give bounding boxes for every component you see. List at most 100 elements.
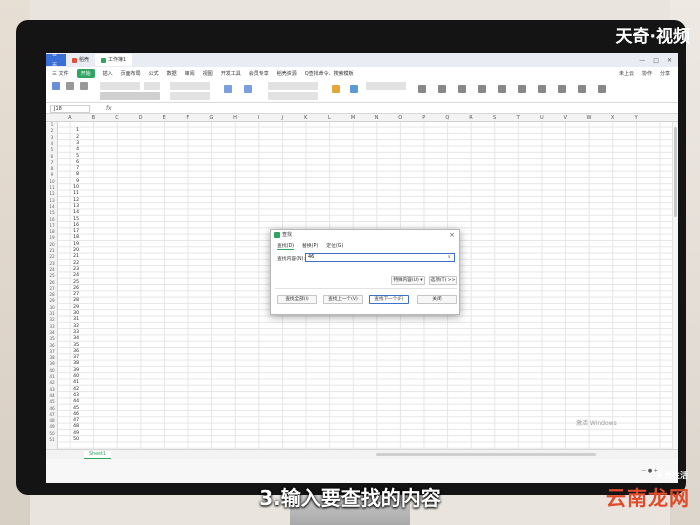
- column-header[interactable]: M: [341, 114, 365, 122]
- cut-icon[interactable]: [66, 82, 74, 90]
- filter-icon[interactable]: [438, 85, 446, 93]
- column-header[interactable]: B: [82, 114, 106, 122]
- number-format-select[interactable]: [268, 82, 318, 90]
- column-header[interactable]: I: [247, 114, 271, 122]
- column-header[interactable]: X: [601, 114, 625, 122]
- column-header[interactable]: F: [176, 114, 200, 122]
- column-header[interactable]: T: [506, 114, 530, 122]
- wrap-icon[interactable]: [244, 85, 252, 93]
- copy-icon[interactable]: [80, 82, 88, 90]
- cell-value[interactable]: 21: [73, 254, 79, 259]
- cell-value[interactable]: 16: [73, 223, 79, 228]
- cell-value[interactable]: 17: [73, 229, 79, 234]
- worksheet-icon[interactable]: [538, 85, 546, 93]
- tab-home[interactable]: 首页: [46, 53, 66, 69]
- name-box[interactable]: J18: [50, 105, 90, 113]
- cell-value[interactable]: 6: [76, 160, 79, 165]
- fx-icon[interactable]: fx: [106, 104, 112, 114]
- cell-value[interactable]: 47: [73, 418, 79, 423]
- menu-member[interactable]: 会员专享: [249, 70, 269, 77]
- cell-value[interactable]: 33: [73, 330, 79, 335]
- column-header[interactable]: A: [58, 114, 82, 122]
- cell-value[interactable]: 7: [76, 166, 79, 171]
- column-header[interactable]: P: [412, 114, 436, 122]
- dialog-close-icon[interactable]: ×: [449, 230, 455, 240]
- cell-value[interactable]: 3: [76, 141, 79, 146]
- options-button[interactable]: 选项(T) >>: [429, 276, 457, 285]
- cell-value[interactable]: 30: [73, 311, 79, 316]
- paste-icon[interactable]: [52, 82, 60, 90]
- cell-style-buttons[interactable]: [366, 82, 406, 90]
- column-header[interactable]: V: [554, 114, 578, 122]
- menu-formula[interactable]: 公式: [149, 70, 159, 77]
- column-header[interactable]: R: [459, 114, 483, 122]
- column-header[interactable]: E: [152, 114, 176, 122]
- cell-value[interactable]: 1: [76, 128, 79, 133]
- cell-value[interactable]: 18: [73, 235, 79, 240]
- cell-value[interactable]: 22: [73, 261, 79, 266]
- cell-value[interactable]: 35: [73, 343, 79, 348]
- cell-value[interactable]: 4: [76, 147, 79, 152]
- indent-buttons[interactable]: [170, 92, 210, 100]
- cell-value[interactable]: 29: [73, 305, 79, 310]
- find-icon[interactable]: [578, 85, 586, 93]
- menu-developer[interactable]: 开发工具: [221, 70, 241, 77]
- cell-value[interactable]: 38: [73, 361, 79, 366]
- collaborate-button[interactable]: 协作: [642, 70, 652, 77]
- cell-value[interactable]: 5: [76, 154, 79, 159]
- column-header[interactable]: G: [200, 114, 224, 122]
- column-header[interactable]: O: [388, 114, 412, 122]
- column-header[interactable]: J: [270, 114, 294, 122]
- font-style-buttons[interactable]: [100, 92, 160, 100]
- column-header[interactable]: N: [365, 114, 389, 122]
- cell-value[interactable]: 20: [73, 248, 79, 253]
- chevron-down-icon[interactable]: ∨: [447, 254, 451, 261]
- cell-value[interactable]: 42: [73, 387, 79, 392]
- sum-icon[interactable]: [418, 85, 426, 93]
- cell-value[interactable]: 32: [73, 324, 79, 329]
- column-header[interactable]: H: [223, 114, 247, 122]
- cell-value[interactable]: 25: [73, 280, 79, 285]
- minimize-icon[interactable]: —: [639, 57, 645, 64]
- column-header[interactable]: U: [530, 114, 554, 122]
- cell-icon[interactable]: [498, 85, 506, 93]
- menu-view[interactable]: 视图: [203, 70, 213, 77]
- vertical-scrollbar[interactable]: [672, 122, 678, 449]
- horizontal-scrollbar[interactable]: [376, 453, 596, 456]
- font-size-select[interactable]: [144, 82, 160, 90]
- column-header[interactable]: K: [294, 114, 318, 122]
- close-button[interactable]: 关闭: [417, 295, 457, 304]
- cell-value[interactable]: 13: [73, 204, 79, 209]
- search-command[interactable]: Q查找命令、搜索模板: [305, 70, 354, 77]
- menu-review[interactable]: 审阅: [185, 70, 195, 77]
- menu-docer[interactable]: 稻壳资源: [277, 70, 297, 77]
- tab-workbook[interactable]: 工作簿1: [95, 54, 133, 66]
- column-header[interactable]: S: [483, 114, 507, 122]
- menu-page-layout[interactable]: 页面布局: [121, 70, 141, 77]
- align-buttons[interactable]: [170, 82, 210, 90]
- cell-value[interactable]: 11: [73, 191, 79, 196]
- cell-value[interactable]: 49: [73, 431, 79, 436]
- find-previous-button[interactable]: 查找上一个(V): [323, 295, 363, 304]
- cell-value[interactable]: 9: [76, 179, 79, 184]
- merge-icon[interactable]: [224, 85, 232, 93]
- column-header[interactable]: C: [105, 114, 129, 122]
- cell-value[interactable]: 2: [76, 135, 79, 140]
- cell-value[interactable]: 24: [73, 273, 79, 278]
- column-header[interactable]: Q: [436, 114, 460, 122]
- cell-value[interactable]: 23: [73, 267, 79, 272]
- cell-value[interactable]: 40: [73, 374, 79, 379]
- menu-insert[interactable]: 插入: [103, 70, 113, 77]
- cell-value[interactable]: 36: [73, 349, 79, 354]
- column-header[interactable]: L: [318, 114, 342, 122]
- symbol-icon[interactable]: [598, 85, 606, 93]
- sort-icon[interactable]: [458, 85, 466, 93]
- cell-value[interactable]: 8: [76, 172, 79, 177]
- cell-value[interactable]: 28: [73, 298, 79, 303]
- cloud-status[interactable]: 未上云: [619, 70, 634, 77]
- cell-value[interactable]: 14: [73, 210, 79, 215]
- tab-docer[interactable]: 稻壳: [66, 54, 95, 66]
- menu-file[interactable]: 三 文件: [52, 70, 69, 77]
- cell-value[interactable]: 39: [73, 368, 79, 373]
- cell-value[interactable]: 27: [73, 292, 79, 297]
